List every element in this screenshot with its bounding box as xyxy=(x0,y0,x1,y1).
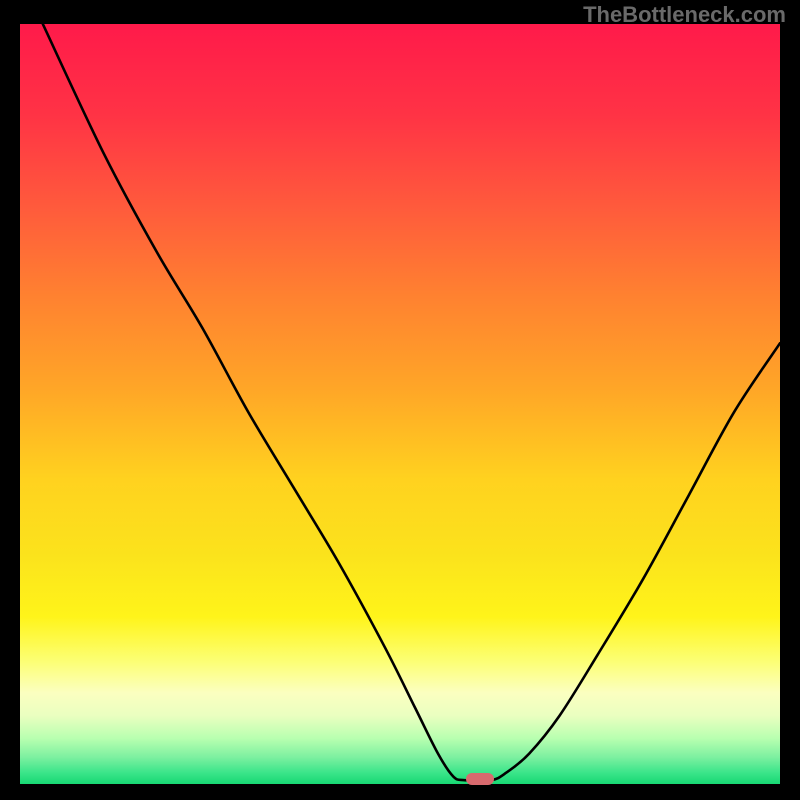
plot-area xyxy=(20,24,780,784)
optimal-marker xyxy=(466,773,494,785)
gradient-background xyxy=(20,24,780,784)
bottleneck-chart xyxy=(20,24,780,784)
watermark-text: TheBottleneck.com xyxy=(583,2,786,28)
chart-container: TheBottleneck.com xyxy=(0,0,800,800)
